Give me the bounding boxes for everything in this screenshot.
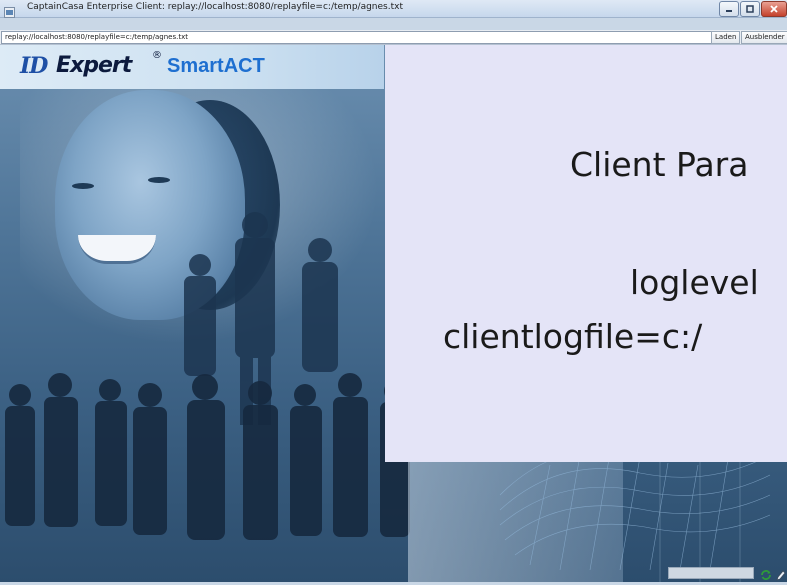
window-title-bar[interactable]: CaptainCasa Enterprise Client: replay://… (0, 0, 787, 18)
status-field (668, 567, 754, 579)
overlay-heading: Client Para (570, 145, 749, 184)
logo-id: ID (20, 53, 48, 79)
logo-expert: Expert (56, 53, 132, 78)
overlay-logfile: clientlogfile=c:/ (443, 317, 703, 356)
address-bar: Laden Ausblender (0, 30, 787, 45)
edit-icon[interactable] (776, 566, 786, 585)
window-controls (718, 0, 787, 17)
close-icon[interactable] (761, 1, 787, 17)
background-crowd-illustration (5, 212, 410, 540)
background-eye (148, 177, 170, 183)
logo-registered-mark: ® (152, 50, 162, 61)
client-parameters-overlay: Client Para loglevel clientlogfile=c:/ (385, 45, 787, 462)
refresh-icon[interactable] (760, 566, 772, 585)
load-button[interactable]: Laden (711, 31, 741, 44)
app-icon (4, 3, 15, 18)
minimize-icon[interactable] (719, 1, 739, 17)
address-input[interactable] (1, 31, 713, 44)
maximize-icon[interactable] (740, 1, 760, 17)
logo-product-name: SmartACT (167, 55, 265, 77)
main-content: ID Expert ® SmartACT Client Para logleve… (0, 45, 787, 582)
product-logo: ID Expert ® SmartACT (0, 45, 384, 89)
overlay-loglevel: loglevel (630, 263, 759, 302)
window-title: CaptainCasa Enterprise Client: replay://… (27, 2, 403, 12)
background-eye (72, 183, 94, 189)
hide-button[interactable]: Ausblender (741, 31, 787, 44)
